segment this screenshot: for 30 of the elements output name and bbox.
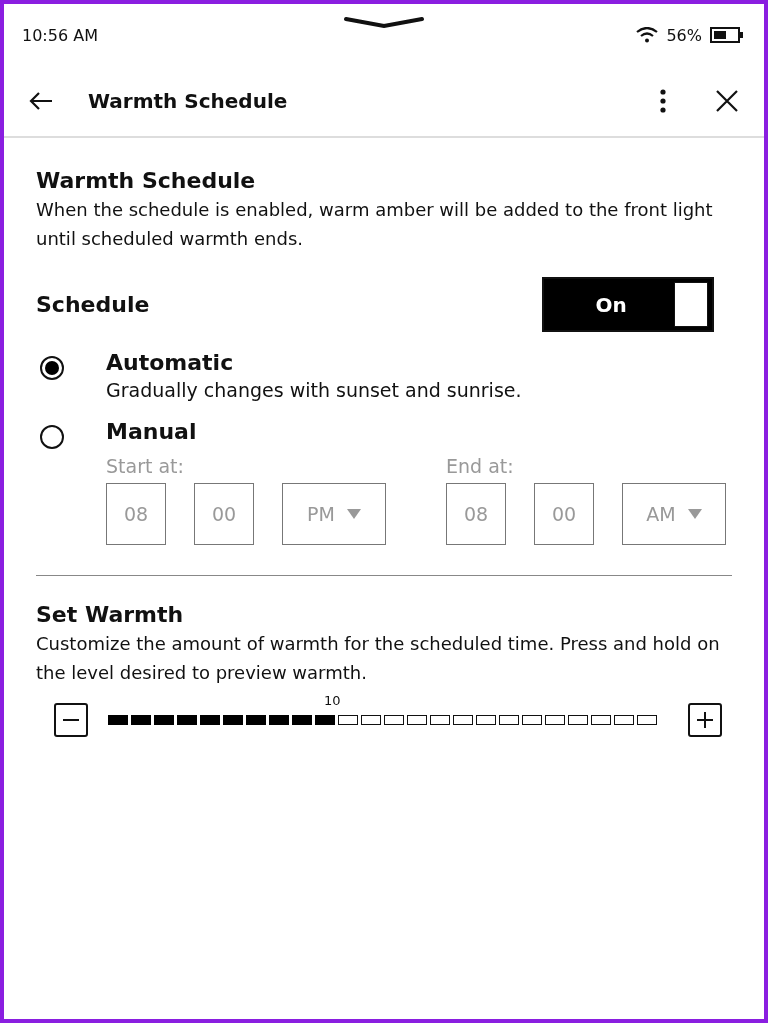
warmth-level-track[interactable]	[108, 715, 660, 725]
caret-icon	[346, 509, 361, 519]
radio-button[interactable]	[40, 425, 64, 449]
back-arrow-icon[interactable]	[28, 91, 54, 111]
decrease-button[interactable]	[54, 703, 88, 737]
radio-button[interactable]	[40, 356, 64, 380]
close-icon[interactable]	[716, 90, 738, 112]
caret-icon	[687, 509, 702, 519]
schedule-label: Schedule	[36, 292, 150, 317]
warmth-value: 10	[324, 693, 341, 710]
section-description: Customize the amount of warmth for the scheduled time. Press and hold on the level desired to preview warmth.	[36, 632, 721, 685]
schedule-toggle[interactable]: On	[542, 277, 714, 332]
plus-icon	[695, 710, 715, 730]
status-time: 10:56 AM	[22, 25, 98, 45]
mode-label: Manual	[106, 419, 197, 444]
section-title: Set Warmth	[36, 602, 185, 627]
section-title: Warmth Schedule	[36, 168, 257, 193]
section-description: When the schedule is enabled, warm amber will be added to the front light until scheduled warmth ends.	[36, 198, 714, 251]
minus-icon	[63, 719, 79, 721]
increase-button[interactable]	[688, 703, 722, 737]
pull-down-handle-icon[interactable]	[344, 16, 424, 28]
time-label: End at:	[446, 455, 515, 477]
wifi-icon	[636, 27, 659, 43]
battery-percent: 56%	[666, 25, 702, 45]
mode-description: Gradually changes with sunset and sunrise.	[106, 379, 522, 401]
more-options-icon[interactable]	[660, 89, 666, 113]
mode-label: Automatic	[106, 350, 235, 375]
header-title: Warmth Schedule	[88, 89, 288, 113]
battery-icon	[710, 26, 744, 44]
time-label: Start at:	[106, 455, 185, 477]
